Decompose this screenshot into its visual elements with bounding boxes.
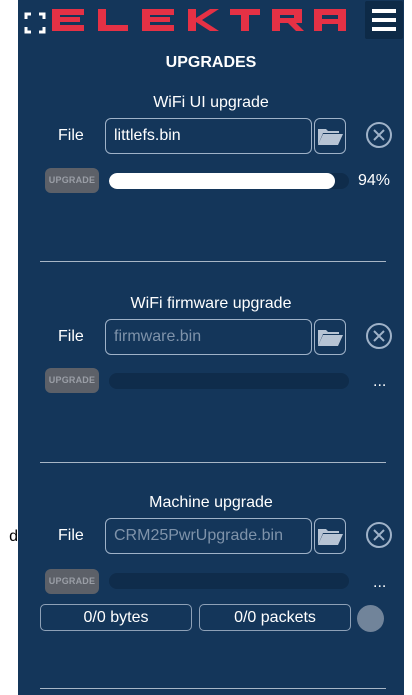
progress-text: 94% [358, 172, 391, 189]
packets-counter: 0/0 packets [199, 604, 351, 631]
upgrade-button[interactable]: UPGRADE [45, 368, 99, 393]
folder-open-icon [318, 529, 343, 545]
section-title: Machine upgrade [149, 494, 273, 511]
header [18, 0, 404, 42]
upgrade-button[interactable]: UPGRADE [45, 168, 99, 193]
file-label: File [58, 328, 84, 345]
file-input[interactable]: littlefs.bin [105, 118, 312, 154]
expand-icon[interactable] [24, 12, 46, 34]
upgrade-button[interactable]: UPGRADE [45, 569, 99, 594]
file-input[interactable]: firmware.bin [105, 319, 312, 355]
menu-button[interactable] [365, 1, 403, 39]
stray-text: d [9, 528, 18, 545]
file-label: File [58, 527, 84, 544]
divider [40, 688, 386, 689]
clear-icon[interactable] [364, 321, 394, 351]
app-window: UPGRADES WiFi UI upgrade File littlefs.b… [18, 0, 404, 695]
section-title: WiFi firmware upgrade [130, 295, 292, 312]
folder-open-icon [318, 330, 343, 346]
progress-text: ... [373, 574, 387, 591]
progress-bar [109, 573, 349, 589]
clear-icon[interactable] [364, 520, 394, 550]
browse-button[interactable] [314, 118, 346, 154]
status-indicator [357, 605, 384, 632]
file-input[interactable]: CRM25PwrUpgrade.bin [105, 518, 312, 554]
bytes-counter: 0/0 bytes [40, 604, 192, 631]
clear-icon[interactable] [364, 120, 394, 150]
progress-bar [109, 173, 349, 189]
brand-logo [52, 9, 346, 31]
page-title: UPGRADES [165, 54, 257, 71]
browse-button[interactable] [314, 319, 346, 355]
file-label: File [58, 127, 84, 144]
progress-fill [109, 173, 335, 189]
progress-text: ... [373, 373, 387, 390]
folder-open-icon [318, 129, 343, 145]
divider [40, 462, 386, 463]
browse-button[interactable] [314, 518, 346, 554]
progress-bar [109, 373, 349, 389]
divider [40, 261, 386, 262]
section-title: WiFi UI upgrade [153, 94, 269, 111]
